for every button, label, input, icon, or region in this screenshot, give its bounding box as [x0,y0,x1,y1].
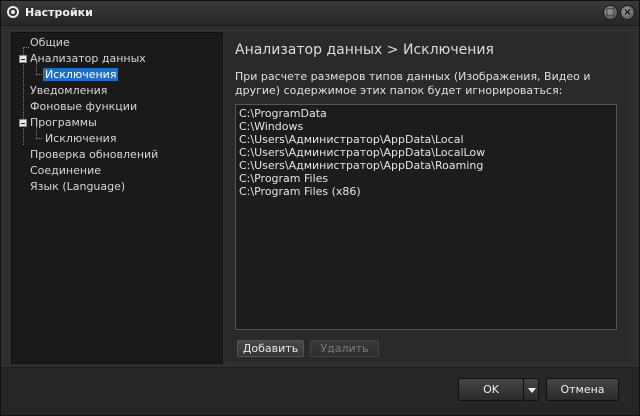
exclusions-description: При расчете размеров типов данных (Изобр… [235,70,591,97]
list-item[interactable]: C:\ProgramData [239,107,613,120]
tree-item-analyzer-exclusions[interactable]: Исключения [43,67,119,82]
list-item[interactable]: C:\Users\Администратор\AppData\Local [239,133,613,146]
tree-item-programs[interactable]: Программы [30,115,97,130]
remove-folder-button[interactable]: Удалить [310,340,379,357]
settings-window: Настройки □ × Общие Анализатор данных Ис… [0,0,640,416]
dialog-footer: OK Отмена [1,368,639,415]
cancel-button[interactable]: Отмена [546,378,619,401]
tree-item-background[interactable]: Фоновые функции [30,99,137,114]
list-item[interactable]: C:\Program Files [239,172,613,185]
tree-item-programs-exclusions[interactable]: Исключения [45,131,116,146]
ok-dropdown-chevron-down-icon[interactable] [523,378,539,401]
content-panel: Анализатор данных > Исключения При расче… [225,32,629,362]
tree-item-data-analyzer[interactable]: Анализатор данных [30,51,146,66]
maximize-icon[interactable]: □ [603,5,618,20]
tree-item-general[interactable]: Общие [30,35,70,50]
list-item[interactable]: C:\Windows [239,120,613,133]
add-folder-button[interactable]: Добавить [237,340,304,357]
list-item[interactable]: C:\Program Files (x86) [239,185,613,198]
list-item[interactable]: C:\Users\Администратор\AppData\LocalLow [239,146,613,159]
excluded-folders-list[interactable]: C:\ProgramData C:\Windows C:\Users\Админ… [235,104,617,330]
close-icon[interactable]: × [620,5,635,20]
collapse-icon[interactable] [19,119,27,127]
page-title: Анализатор данных > Исключения [235,42,494,58]
app-logo-icon [7,6,19,18]
window-title: Настройки [25,6,93,19]
list-item[interactable]: C:\Users\Администратор\AppData\Roaming [239,159,613,172]
collapse-icon[interactable] [19,55,27,63]
title-bar[interactable]: Настройки □ × [1,1,639,26]
ok-button[interactable]: OK [458,378,524,401]
tree-item-connection[interactable]: Соединение [30,163,101,178]
tree-item-language[interactable]: Язык (Language) [30,179,125,194]
tree-item-notifications[interactable]: Уведомления [30,83,107,98]
settings-tree: Общие Анализатор данных Исключения Уведо… [11,32,223,364]
tree-item-update-check[interactable]: Проверка обновлений [30,147,158,162]
